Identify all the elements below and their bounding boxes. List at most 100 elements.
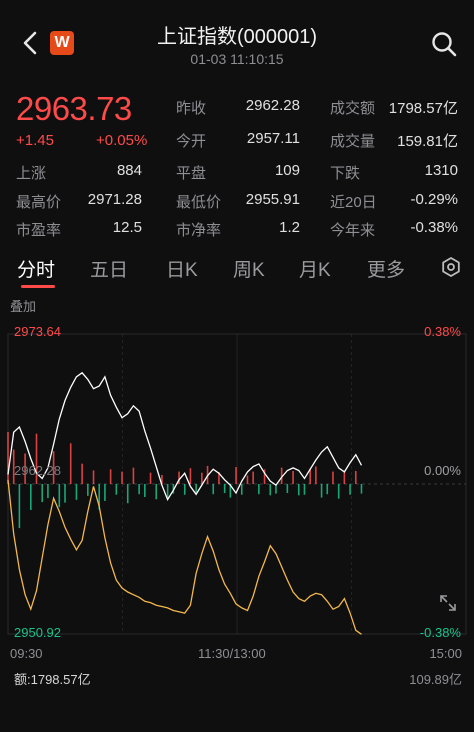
tab-more[interactable]: 更多 (367, 255, 405, 282)
ytd-label: 今年来 (330, 222, 376, 239)
volume-bar (297, 484, 300, 496)
volume-bar (104, 484, 106, 501)
turnover-label: 成交额 (330, 100, 376, 117)
volume-bar (115, 484, 118, 495)
volume-bar (138, 484, 140, 495)
pb-label: 市净率 (176, 222, 222, 239)
volume-bar (69, 443, 72, 484)
volume-bar (240, 484, 243, 495)
volume-bar (189, 468, 192, 484)
volume-bar (360, 484, 363, 494)
price-line (7, 371, 363, 502)
volume-label: 成交量 (330, 133, 376, 150)
avg-price-line (7, 479, 362, 635)
volume-bar (235, 467, 237, 484)
volume-bar (326, 484, 329, 495)
volume-bar (303, 484, 306, 495)
x-label-start: 09:30 (10, 646, 43, 661)
volume-bar (149, 472, 152, 484)
chart-tabs: 分时 五日 日K 周K 月K 更多 (0, 245, 474, 289)
volume-bar (30, 484, 32, 510)
volume-bar (87, 484, 89, 496)
price-change-pct: +0.05% (96, 132, 148, 149)
turnover-summary: 额:1798.57亿 (14, 672, 91, 687)
volume-bar (292, 471, 294, 484)
volume-bar (75, 484, 78, 500)
volume-bar (144, 484, 146, 497)
intraday-chart (7, 333, 467, 635)
volume-bar (315, 466, 317, 484)
volume-bar (47, 484, 49, 499)
volume-bar (81, 463, 83, 484)
active-tab-indicator (21, 285, 55, 288)
volume-bar (121, 471, 123, 484)
pct-label-top: 0.38% (424, 324, 461, 339)
volume-bar (332, 471, 334, 484)
volume-bar (286, 484, 289, 494)
volume-bar (109, 469, 112, 484)
volume-bar (183, 484, 186, 495)
search-icon[interactable] (430, 30, 458, 58)
pct-label-mid: 0.00% (424, 463, 461, 478)
y-label-mid: 2962.28 (14, 463, 61, 478)
current-price: 2963.73 (16, 90, 132, 127)
volume-value: 159.81亿 (397, 133, 458, 150)
volume-bar (7, 432, 9, 484)
overlay-button[interactable]: 叠加 (10, 296, 36, 315)
fullscreen-icon[interactable] (437, 592, 459, 614)
tab-monthly-k[interactable]: 月K (299, 255, 331, 282)
low-label: 最低价 (176, 194, 222, 211)
volume-bar (258, 484, 260, 495)
up-count-value: 884 (116, 162, 142, 179)
x-label-midday: 11:30/13:00 (198, 646, 266, 661)
volume-bar (195, 484, 197, 493)
volume-bar (246, 475, 249, 484)
volume-bar (252, 471, 254, 484)
volume-bar (212, 484, 215, 495)
volume-bar (64, 484, 66, 503)
volume-bar (178, 471, 180, 484)
ytd-value: -0.38% (410, 219, 458, 236)
page-title: 上证指数(000001) (156, 26, 318, 48)
volume-bar (223, 484, 226, 494)
d20-value: -0.29% (410, 191, 458, 208)
volume-bar (166, 484, 169, 499)
volume-bar (349, 484, 351, 495)
pct-label-bottom: -0.38% (419, 625, 461, 640)
high-label: 最高价 (16, 194, 62, 211)
prev-close-value: 2962.28 (245, 97, 300, 114)
flat-count-label: 平盘 (176, 165, 207, 182)
volume-bar (269, 484, 272, 496)
tab-daily-k[interactable]: 日K (166, 255, 198, 282)
top-bar: W 上证指数(000001) 01-03 11:10:15 (0, 0, 474, 88)
quote-timestamp: 01-03 11:10:15 (190, 51, 284, 67)
gear-icon[interactable] (440, 256, 462, 278)
price-change: +1.45 (16, 132, 54, 149)
pe-value: 12.5 (112, 219, 142, 236)
high-value: 2971.28 (87, 191, 142, 208)
flat-count-value: 109 (274, 162, 300, 179)
down-count-value: 1310 (424, 162, 458, 179)
up-count-label: 上涨 (16, 165, 47, 182)
volume-bar (18, 484, 21, 529)
turnover-value: 1798.57亿 (388, 100, 458, 117)
y-label-top: 2973.64 (14, 324, 61, 339)
volume-bar (337, 484, 340, 499)
low-value: 2955.91 (245, 191, 300, 208)
open-label: 今开 (176, 133, 207, 150)
volume-bar (132, 467, 135, 484)
volume-bar (343, 472, 346, 484)
volume-bar (92, 470, 95, 484)
tab-intraday[interactable]: 分时 (17, 255, 55, 282)
volume-max-label: 109.89亿 (409, 672, 462, 687)
pb-value: 1.2 (279, 219, 300, 236)
volume-bar (126, 484, 129, 504)
volume-bar (41, 484, 44, 503)
volume-bar (354, 471, 357, 484)
x-label-end: 15:00 (429, 646, 462, 661)
open-value: 2957.11 (246, 130, 300, 147)
tab-five-day[interactable]: 五日 (90, 255, 128, 282)
tab-weekly-k[interactable]: 周K (233, 255, 265, 282)
volume-bar (58, 484, 61, 508)
pe-label: 市盈率 (16, 222, 62, 239)
